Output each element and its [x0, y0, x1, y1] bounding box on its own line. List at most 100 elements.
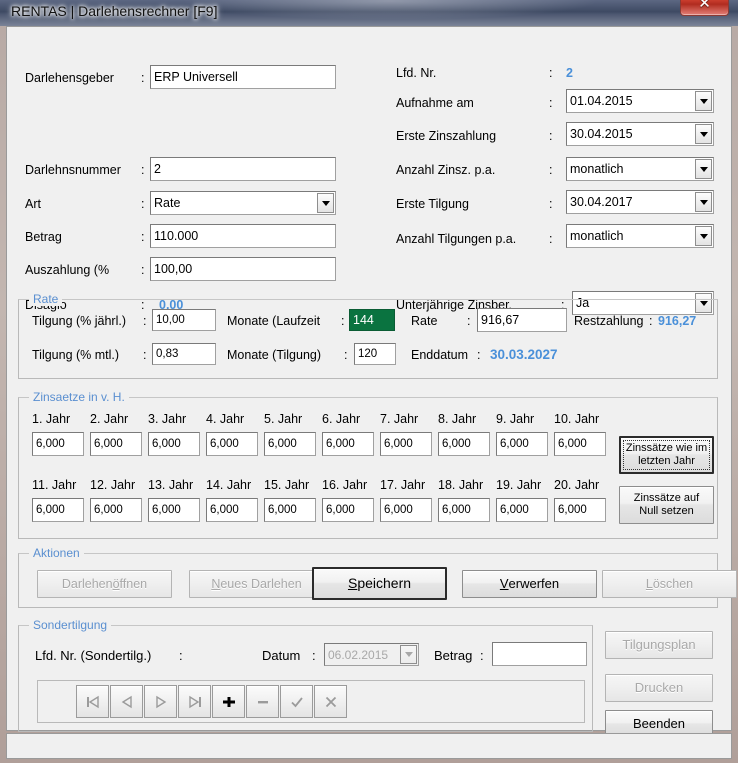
button-verwerfen[interactable]: Verwerfen: [462, 570, 597, 598]
navigator-cancel-button[interactable]: [314, 685, 347, 718]
input-year-13[interactable]: 6,000: [148, 498, 200, 522]
input-year-12[interactable]: 6,000: [90, 498, 142, 522]
input-year-18[interactable]: 6,000: [438, 498, 490, 522]
colon-restzahlung: :: [649, 314, 653, 328]
chevron-down-icon[interactable]: [317, 193, 334, 213]
input-betrag[interactable]: 110.000: [150, 224, 336, 248]
form-client-area: Darlehensgeber : ERP Universell Darlehns…: [6, 26, 737, 738]
chevron-down-icon[interactable]: [695, 159, 712, 179]
input-year-14[interactable]: 6,000: [206, 498, 258, 522]
cross-icon: [325, 696, 336, 707]
group-aktionen: Aktionen Darlehen ö ffnen Neues Darlehen …: [18, 546, 737, 608]
close-icon: ✕: [698, 0, 711, 12]
select-anzahl-zinsz[interactable]: monatlich: [566, 157, 714, 181]
chevron-down-icon[interactable]: [695, 192, 712, 212]
colon-anzahl-zinsz: :: [549, 163, 553, 177]
button-darlehen-oeffnen-accel: ö: [112, 576, 120, 591]
button-neues-darlehen-post: eues Darlehen: [220, 576, 302, 591]
input-year-6[interactable]: 6,000: [322, 432, 374, 456]
input-year-9[interactable]: 6,000: [496, 432, 548, 456]
navigator-insert-button[interactable]: [212, 685, 245, 718]
date-erste-zinszahlung[interactable]: 30.04.2015: [566, 122, 714, 146]
input-year-1[interactable]: 6,000: [32, 432, 84, 456]
input-year-19[interactable]: 6,000: [496, 498, 548, 522]
input-year-10[interactable]: 6,000: [554, 432, 606, 456]
label-year-9: 9. Jahr: [496, 412, 535, 426]
date-sondertilgung[interactable]: 06.02.2015: [324, 643, 419, 666]
button-speichern[interactable]: Speichern: [312, 567, 447, 600]
label-year-20: 20. Jahr: [554, 478, 600, 492]
navigator-next-button[interactable]: [144, 685, 177, 718]
chevron-down-icon[interactable]: [695, 124, 712, 144]
button-rates-like-last-year[interactable]: Zinssätze wie im letzten Jahr: [619, 436, 714, 474]
navigator-first-button[interactable]: [76, 685, 109, 718]
button-rates-set-zero[interactable]: Zinssätze auf Null setzen: [619, 486, 714, 524]
button-verwerfen-accel: V: [499, 575, 509, 591]
date-aufnahme-am[interactable]: 01.04.2015: [566, 89, 714, 113]
group-rate: Rate Tilgung (% jährl.) : 10,00 Monate (…: [18, 292, 718, 379]
input-year-4[interactable]: 6,000: [206, 432, 258, 456]
button-tilgungsplan[interactable]: Tilgungsplan: [605, 631, 713, 659]
colon-rate: :: [467, 314, 471, 328]
label-year-19: 19. Jahr: [496, 478, 542, 492]
button-neues-darlehen-accel: N: [211, 576, 221, 591]
input-year-17[interactable]: 6,000: [380, 498, 432, 522]
label-lfd-nr: Lfd. Nr.: [396, 66, 437, 80]
input-rate[interactable]: 916,67: [477, 308, 567, 332]
input-tilgung-jaehrlich[interactable]: 10,00: [152, 309, 216, 331]
navigator-last-button[interactable]: [178, 685, 211, 718]
input-year-5[interactable]: 6,000: [264, 432, 316, 456]
check-icon: [290, 696, 303, 707]
chevron-down-icon[interactable]: [400, 645, 417, 664]
colon-enddatum: :: [477, 348, 481, 362]
button-speichern-post: peichern: [357, 575, 412, 592]
input-darlehnsnummer[interactable]: 2: [150, 157, 336, 181]
minus-icon: [257, 700, 268, 703]
label-betrag-sondertilgung: Betrag: [434, 648, 473, 663]
button-loeschen-accel: L: [645, 576, 653, 591]
chevron-down-icon[interactable]: [695, 226, 712, 246]
input-betrag-sondertilgung[interactable]: [492, 642, 587, 666]
input-monate-laufzeit[interactable]: 144: [349, 309, 395, 331]
button-drucken[interactable]: Drucken: [605, 674, 713, 702]
input-year-11[interactable]: 6,000: [32, 498, 84, 522]
select-anzahl-tilgungen[interactable]: monatlich: [566, 224, 714, 248]
label-year-17: 17. Jahr: [380, 478, 426, 492]
input-tilgung-monatlich[interactable]: 0,83: [152, 343, 216, 365]
navigator-delete-button[interactable]: [246, 685, 279, 718]
colon-aufnahme-am: :: [549, 96, 553, 110]
button-loeschen[interactable]: Löschen: [602, 570, 737, 598]
label-year-1: 1. Jahr: [32, 412, 71, 426]
colon-betrag: :: [141, 230, 145, 244]
button-neues-darlehen[interactable]: Neues Darlehen: [189, 570, 324, 598]
label-datum-sondertilgung: Datum: [262, 648, 301, 663]
input-auszahlung[interactable]: 100,00: [150, 257, 336, 281]
colon-art: :: [141, 197, 145, 211]
button-darlehen-oeffnen[interactable]: Darlehen ö ffnen: [37, 570, 172, 598]
input-year-15[interactable]: 6,000: [264, 498, 316, 522]
chevron-down-icon[interactable]: [695, 91, 712, 111]
input-year-3[interactable]: 6,000: [148, 432, 200, 456]
label-year-11: 11. Jahr: [32, 478, 77, 492]
value-lfd-nr: 2: [566, 66, 573, 80]
input-monate-tilgung[interactable]: 120: [354, 343, 396, 365]
select-art[interactable]: Rate: [150, 191, 336, 215]
colon-erste-tilgung: :: [549, 197, 553, 211]
label-year-3: 3. Jahr: [148, 412, 187, 426]
close-button[interactable]: ✕: [680, 0, 729, 16]
colon-auszahlung: :: [141, 263, 145, 277]
navigator-post-button[interactable]: [280, 685, 313, 718]
colon-tilgung-monatlich: :: [143, 348, 147, 362]
label-betrag: Betrag: [25, 230, 62, 244]
input-year-2[interactable]: 6,000: [90, 432, 142, 456]
input-year-16[interactable]: 6,000: [322, 498, 374, 522]
input-darlehensgeber[interactable]: ERP Universell: [150, 65, 336, 89]
label-year-16: 16. Jahr: [322, 478, 368, 492]
next-record-icon: [155, 695, 166, 708]
date-erste-tilgung[interactable]: 30.04.2017: [566, 190, 714, 214]
navigator-prior-button[interactable]: [110, 685, 143, 718]
label-year-7: 7. Jahr: [380, 412, 419, 426]
input-year-20[interactable]: 6,000: [554, 498, 606, 522]
input-year-8[interactable]: 6,000: [438, 432, 490, 456]
input-year-7[interactable]: 6,000: [380, 432, 432, 456]
